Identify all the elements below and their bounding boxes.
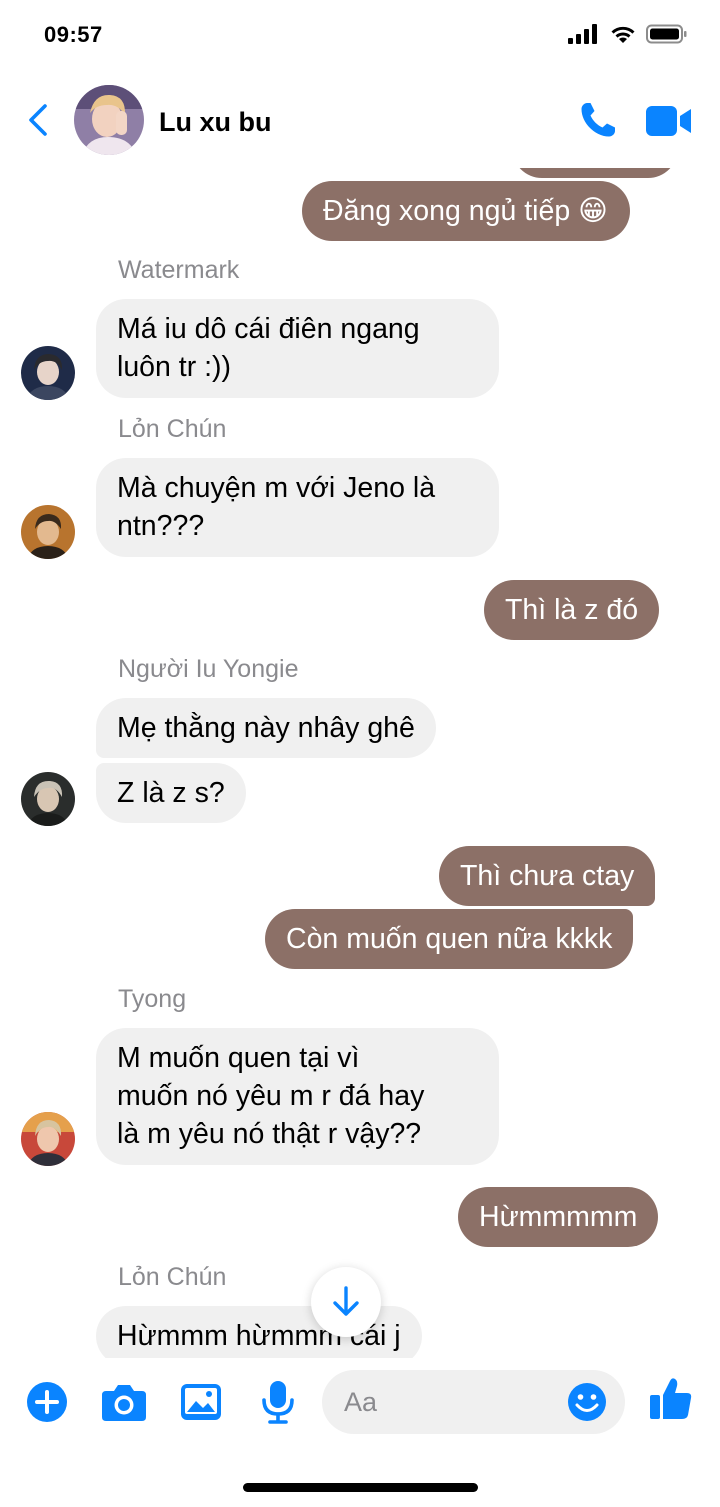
home-indicator (243, 1483, 478, 1492)
status-icons (568, 24, 688, 44)
video-camera-icon (646, 106, 691, 136)
message-bubble-outgoing[interactable]: Hừmmmmm (458, 1187, 659, 1247)
message-text: Thì là z đó (505, 594, 639, 626)
message-bubble-incoming[interactable]: Z là z s? (96, 763, 246, 823)
status-bar: 09:57 (0, 0, 720, 72)
sender-avatar-image (21, 772, 75, 826)
message-input[interactable]: Aa (322, 1370, 625, 1434)
gallery-button[interactable] (177, 1378, 225, 1426)
emoji-button[interactable] (566, 1381, 608, 1423)
message-input-placeholder: Aa (344, 1387, 378, 1417)
contact-avatar-image (74, 85, 144, 155)
message-bubble-outgoing-clipped[interactable] (512, 168, 678, 178)
plus-icon (27, 1382, 67, 1422)
video-call-button[interactable] (644, 102, 694, 140)
sender-name: Tyong (118, 985, 187, 1013)
message-bubble-outgoing[interactable]: Còn muốn quen nữa kkkk (265, 909, 634, 969)
emoji-icon (568, 1383, 606, 1421)
message-composer: Aa (0, 1358, 720, 1448)
message-text-line: Mà chuyện m với Jeno là (117, 472, 436, 504)
sender-avatar-image (21, 1112, 75, 1166)
microphone-icon (262, 1381, 294, 1424)
message-bubble-outgoing[interactable]: Thì là z đó (484, 580, 660, 640)
message-text-line: luôn tr :)) (117, 351, 232, 383)
camera-icon (102, 1385, 146, 1421)
phone-icon (581, 103, 615, 137)
sender-avatar[interactable] (21, 772, 75, 826)
send-like-button[interactable] (648, 1376, 696, 1424)
battery-icon (646, 24, 687, 44)
message-bubble-outgoing[interactable]: Đăng xong ngủ tiếp 😁 (302, 181, 630, 241)
message-bubble-incoming[interactable]: M muốn quen tại vì muốn nó yêu m r đá ha… (96, 1028, 499, 1165)
contact-name[interactable]: Lu xu bu (159, 107, 271, 138)
message-text: Mẹ thằng này nhây ghê (117, 712, 415, 744)
image-icon (181, 1384, 221, 1420)
message-text: Đăng xong ngủ tiếp 😁 (323, 195, 608, 227)
message-text: Còn muốn quen nữa kkkk (286, 923, 613, 955)
scroll-to-bottom-button[interactable] (311, 1267, 381, 1337)
sender-name: Lỏn Chún (118, 415, 227, 443)
message-bubble-outgoing[interactable]: Thì chưa ctay (439, 846, 656, 906)
sender-avatar[interactable] (21, 1112, 75, 1166)
message-text: Hừmmmmm (479, 1201, 638, 1233)
sender-avatar[interactable] (21, 505, 75, 559)
message-text-line: ntn??? (117, 510, 205, 542)
voice-message-button[interactable] (254, 1378, 302, 1426)
back-button[interactable] (20, 100, 56, 140)
message-text: Thì chưa ctay (460, 860, 635, 892)
chat-header: Lu xu bu (0, 72, 720, 168)
audio-call-button[interactable] (578, 100, 618, 140)
message-text-line: Má iu dô cái điên ngang (117, 313, 420, 345)
message-bubble-incoming[interactable]: Mẹ thằng này nhây ghê (96, 698, 436, 758)
sender-name: Watermark (118, 256, 240, 284)
more-actions-button[interactable] (23, 1378, 71, 1426)
back-chevron-icon (29, 104, 47, 136)
contact-avatar[interactable] (74, 85, 144, 155)
message-text-line: M muốn quen tại vì (117, 1042, 360, 1074)
message-text-line: muốn nó yêu m r đá hay (117, 1080, 425, 1112)
thumbs-up-icon (650, 1378, 692, 1419)
sender-name: Lỏn Chún (118, 1263, 227, 1291)
message-text-line: là m yêu nó thật r vậy?? (117, 1118, 422, 1150)
sender-avatar-image (21, 505, 75, 559)
sender-avatar-image (21, 346, 75, 400)
sender-name: Người Iu Yongie (118, 655, 299, 683)
camera-button[interactable] (100, 1378, 148, 1426)
status-time: 09:57 (44, 22, 103, 47)
arrow-down-icon (333, 1286, 359, 1316)
message-bubble-incoming[interactable]: Mà chuyện m với Jeno là ntn??? (96, 458, 499, 557)
message-list[interactable]: Đăng xong ngủ tiếp 😁 Watermark Má iu dô … (0, 168, 720, 1358)
message-text: Z là z s? (117, 777, 225, 809)
cellular-signal-icon (568, 24, 597, 44)
sender-avatar[interactable] (21, 346, 75, 400)
message-bubble-incoming[interactable]: Má iu dô cái điên ngang luôn tr :)) (96, 299, 499, 398)
wifi-icon (611, 26, 635, 43)
